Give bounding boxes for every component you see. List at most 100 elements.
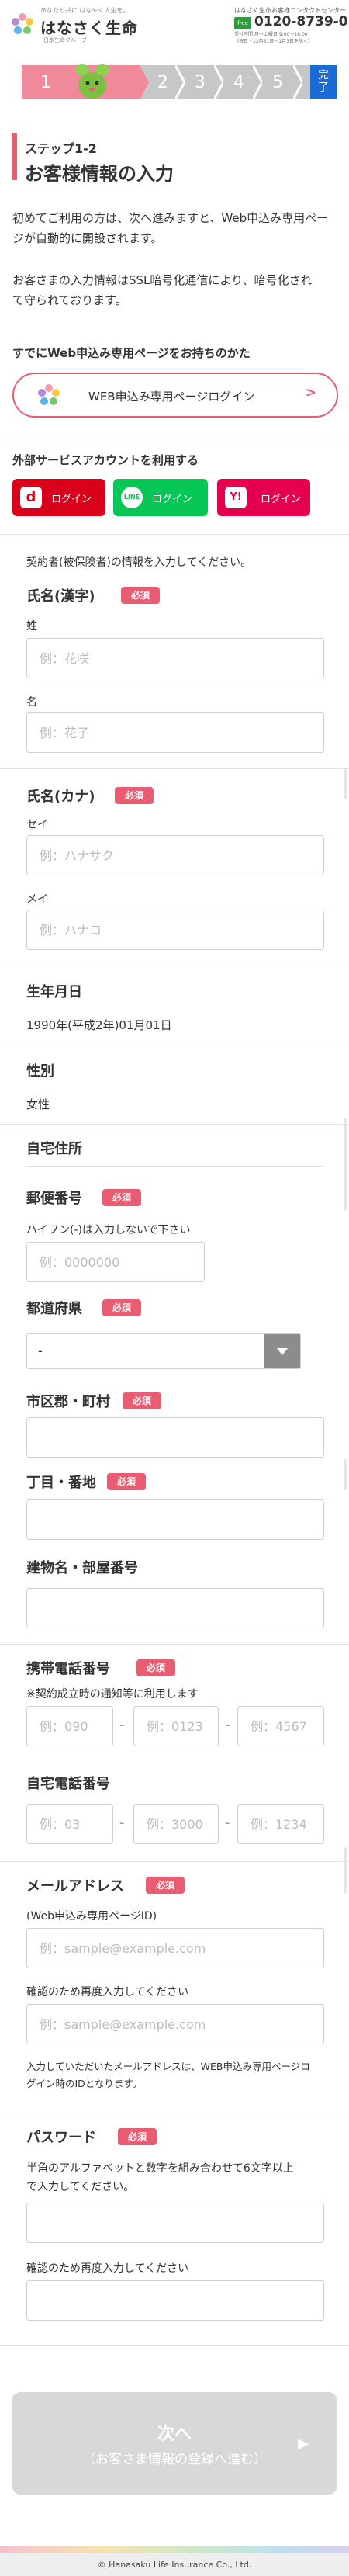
dash-separator: - [119, 1717, 125, 1733]
mobile-phone-part1-input[interactable] [26, 1706, 113, 1746]
name-kana-label: 氏名(カナ) [26, 789, 95, 805]
street-input[interactable] [26, 1499, 324, 1540]
home-phone-part2-input[interactable] [133, 1804, 219, 1844]
docomo-icon: d [20, 487, 42, 508]
sei-label: 姓 [26, 620, 37, 633]
ssl-text: お客さまの入力情報はSSL暗号化通信により、暗号化され て守られております。 [12, 270, 338, 310]
street-label: 丁目・番地 [26, 1475, 96, 1491]
yahoo-login-button[interactable]: Y! ログイン [217, 479, 310, 516]
footer-copyright: © Hanasaku Life Insurance Co., Ltd. [0, 2553, 349, 2576]
city-label: 市区郡・町村 [26, 1394, 110, 1410]
first-name-kana-input[interactable] [26, 910, 324, 950]
progress-step-4: 4 [233, 72, 244, 92]
business-hours-line1: 受付時間 月〜土曜日 9:00〜18:00 [234, 32, 308, 37]
prefecture-select[interactable]: - [26, 1333, 301, 1369]
home-phone-part1-input[interactable] [26, 1804, 113, 1844]
mascot-icon [75, 64, 109, 99]
name-kanji-label: 氏名(漢字) [26, 588, 95, 605]
home-phone-part3-input[interactable] [237, 1804, 324, 1844]
last-name-kana-input[interactable] [26, 835, 324, 875]
flower-logo-icon [12, 13, 33, 34]
complete-label-1: 完 [318, 69, 329, 81]
mobile-phone-part3-input[interactable] [237, 1706, 324, 1746]
password-confirm-input[interactable] [26, 2280, 324, 2321]
password-label: パスワード [26, 2130, 96, 2146]
home-phone-label: 自宅電話番号 [26, 1776, 110, 1792]
section-divider [0, 768, 349, 769]
password-input[interactable] [26, 2203, 324, 2243]
progress-step-3: 3 [195, 72, 206, 92]
section-divider [0, 1124, 349, 1125]
postal-code-label: 郵便番号 [26, 1191, 82, 1207]
city-input[interactable] [26, 1417, 324, 1458]
prefecture-label: 都道府県 [26, 1301, 82, 1317]
section-divider [26, 1166, 323, 1167]
required-badge: 必須 [102, 1189, 141, 1206]
next-button[interactable]: 次へ （お客さま情報の登録へ進む） ▶ [12, 2392, 337, 2495]
birthdate-label: 生年月日 [26, 984, 82, 1000]
mobile-phone-part2-input[interactable] [133, 1706, 219, 1746]
scroll-indicator [344, 1118, 347, 1211]
web-login-label: WEB申込み専用ページログイン [88, 390, 255, 404]
progress-chevron-icon [293, 65, 302, 99]
progress-step-2: 2 [157, 72, 168, 92]
required-badge: 必須 [115, 787, 154, 804]
required-badge: 必須 [107, 1473, 146, 1490]
intro-text-line1: 初めてご利用の方は、次へ進みますと、Web申込み専用ペー [12, 211, 329, 225]
logo-group: 日本生命グループ [43, 37, 87, 43]
scroll-indicator [344, 1459, 347, 1490]
business-hours: 受付時間 月〜土曜日 9:00〜18:00 （祝日・12月31日〜1月3日を除く… [234, 31, 313, 45]
next-button-sublabel: （お客さま情報の登録へ進む） [82, 2452, 267, 2467]
gender-label: 性別 [26, 1063, 54, 1080]
complete-label-2: 了 [318, 81, 329, 94]
required-badge: 必須 [118, 2128, 157, 2145]
line-icon: LINE [121, 487, 143, 508]
first-name-kanji-input[interactable] [26, 712, 324, 753]
chevron-right-icon: > [305, 385, 316, 400]
gender-value: 女性 [26, 1097, 50, 1111]
progress-chevron-icon [175, 65, 185, 99]
logo-tagline: あなたと共に はなやぐ人生を。 [40, 7, 130, 14]
email-confirm-input[interactable] [26, 2004, 324, 2044]
email-note-line1: 入力していただいたメールアドレスは、WEB申込み専用ページロ [26, 2061, 310, 2072]
existing-page-heading: すでにWeb申込み専用ページをお持ちのかた [12, 346, 251, 360]
web-login-button[interactable]: WEB申込み専用ページログイン > [12, 373, 338, 418]
mei-kana-label: メイ [26, 893, 48, 906]
phone-number[interactable]: 0120-8739-05 [254, 14, 349, 29]
scroll-indicator [344, 768, 347, 799]
password-confirm-label: 確認のため再度入力してください [26, 2262, 189, 2275]
mobile-phone-note: ※契約成立時の通知等に利用します [26, 1688, 199, 1701]
required-badge: 必須 [102, 1299, 141, 1316]
mei-label: 名 [26, 696, 37, 709]
step-label: ステップ1-2 [25, 141, 97, 156]
line-login-button[interactable]: LINE ログイン [113, 479, 208, 516]
docomo-login-label: ログイン [51, 494, 92, 505]
section-divider [0, 534, 349, 535]
required-badge: 必須 [121, 587, 160, 604]
freedial-icon: free dial [234, 17, 251, 39]
line-login-label: ログイン [152, 494, 193, 505]
footer-stripe [0, 2546, 349, 2553]
last-name-kanji-input[interactable] [26, 638, 324, 678]
postal-code-input[interactable] [26, 1242, 205, 1282]
applicant-note: 契約者(被保険者)の情報を入力してください。 [26, 556, 252, 569]
docomo-login-button[interactable]: d ログイン [12, 479, 105, 516]
ssl-text-line1: お客さまの入力情報はSSL暗号化通信により、暗号化され [12, 273, 313, 287]
next-button-label: 次へ [157, 2425, 192, 2444]
sei-kana-label: セイ [26, 819, 48, 831]
required-badge: 必須 [136, 1659, 175, 1676]
logo-name[interactable]: はなさく生命 [40, 16, 138, 38]
flower-logo-icon [38, 384, 60, 405]
dash-separator: - [225, 1815, 230, 1831]
section-divider [0, 1644, 349, 1645]
email-confirm-label: 確認のため再度入力してください [26, 1986, 189, 1999]
building-input[interactable] [26, 1588, 324, 1628]
address-heading: 自宅住所 [26, 1141, 82, 1157]
mobile-phone-label: 携帯電話番号 [26, 1661, 110, 1677]
site-header: あなたと共に はなやぐ人生を。 はなさく生命 日本生命グループ はなさく生命お客… [0, 0, 349, 51]
password-note: 半角のアルファベットと数字を組み合わせて6文字以上 で入力してください。 [26, 2159, 329, 2196]
email-input[interactable] [26, 1928, 324, 1968]
intro-text: 初めてご利用の方は、次へ進みますと、Web申込み専用ペー ジが自動的に開設されま… [12, 208, 338, 248]
ssl-text-line2: て守られております。 [12, 293, 127, 307]
yahoo-icon: Y! [225, 487, 247, 508]
